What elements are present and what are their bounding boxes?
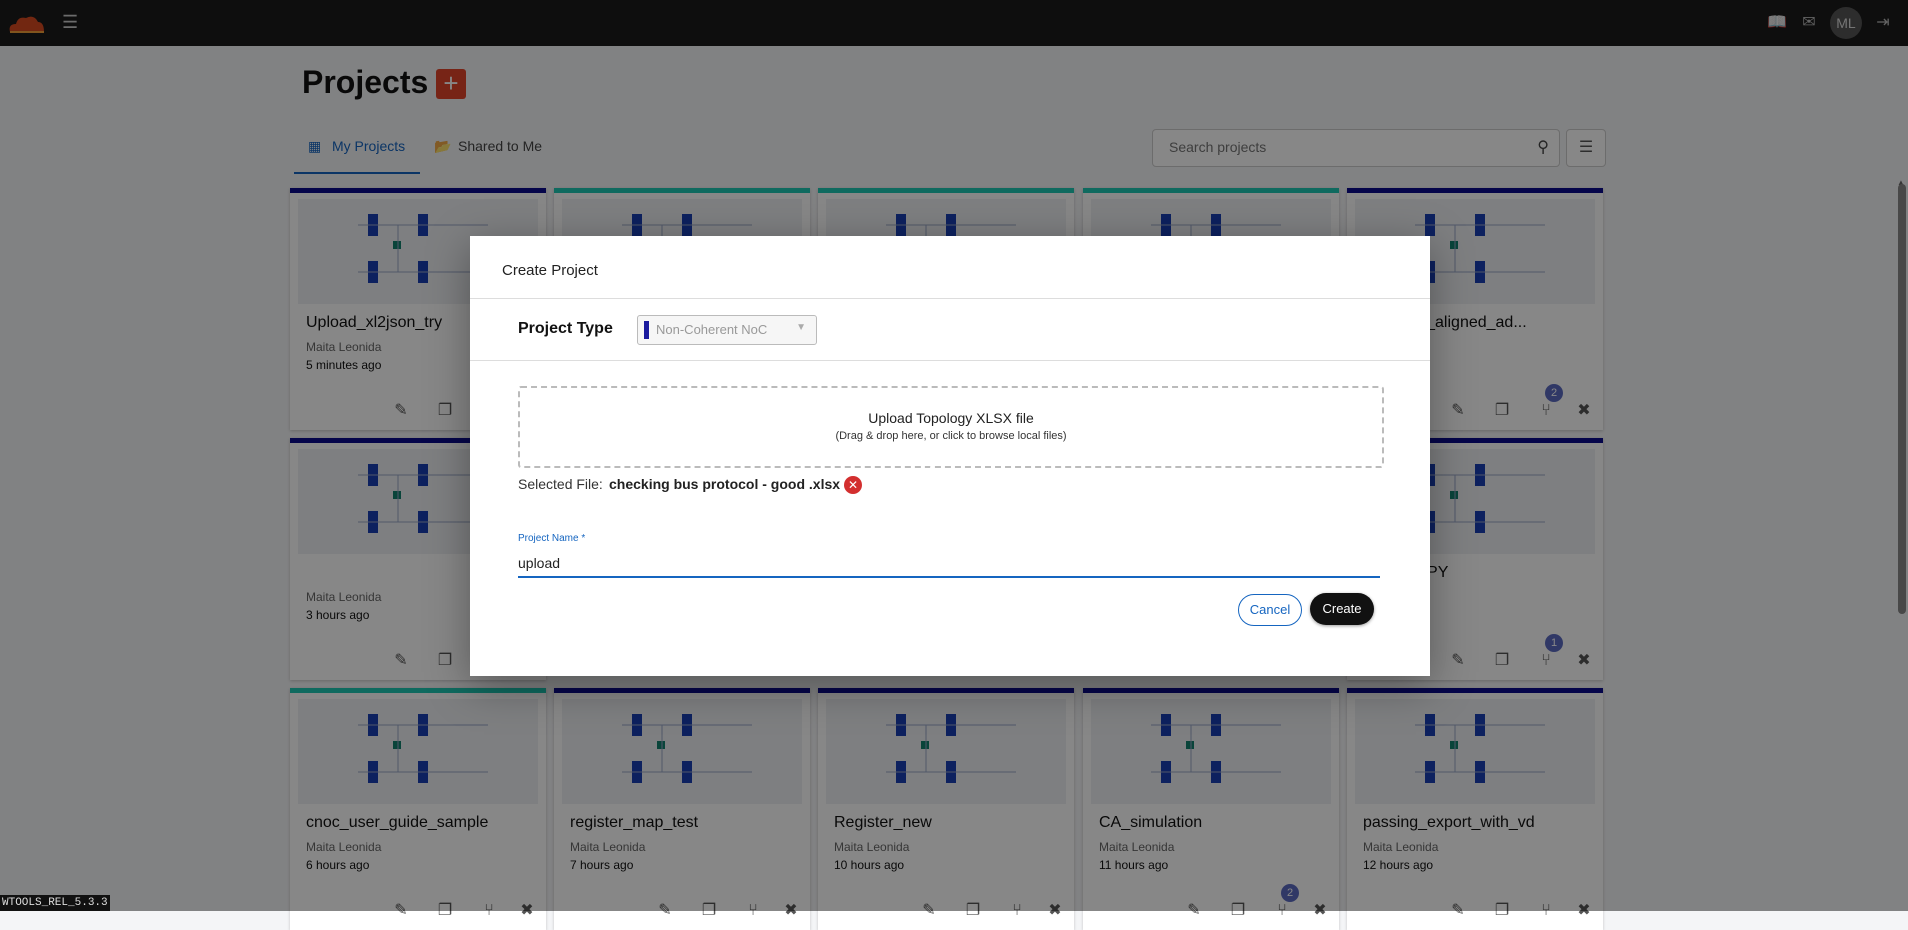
remove-file-icon[interactable]: ✕: [844, 476, 862, 494]
project-type-value: Non-Coherent NoC: [656, 322, 768, 337]
divider: [470, 360, 1430, 361]
project-type-label: Project Type: [518, 320, 613, 337]
dialog-title: Create Project: [502, 262, 598, 279]
version-label: WTOOLS_REL_5.3.3: [0, 895, 110, 911]
upload-title: Upload Topology XLSX file: [868, 410, 1034, 426]
selected-file-label: Selected File:: [518, 476, 603, 492]
loading-spinner-icon: [930, 456, 956, 482]
upload-dropzone[interactable]: Upload Topology XLSX file (Drag & drop h…: [518, 386, 1384, 468]
upload-subtitle: (Drag & drop here, or click to browse lo…: [835, 430, 1067, 442]
cancel-button[interactable]: Cancel: [1238, 594, 1302, 626]
project-name-input[interactable]: [518, 550, 1380, 578]
project-name-label: Project Name *: [518, 533, 586, 544]
project-type-select[interactable]: Non-Coherent NoC ▼: [637, 315, 817, 345]
project-type-color-swatch: [644, 321, 649, 339]
create-button[interactable]: Create: [1310, 593, 1374, 625]
selected-file-name: checking bus protocol - good .xlsx: [609, 476, 841, 492]
divider: [470, 298, 1430, 299]
create-project-dialog: Create Project Project Type Non-Coherent…: [470, 236, 1430, 676]
chevron-down-icon: ▼: [796, 322, 806, 333]
